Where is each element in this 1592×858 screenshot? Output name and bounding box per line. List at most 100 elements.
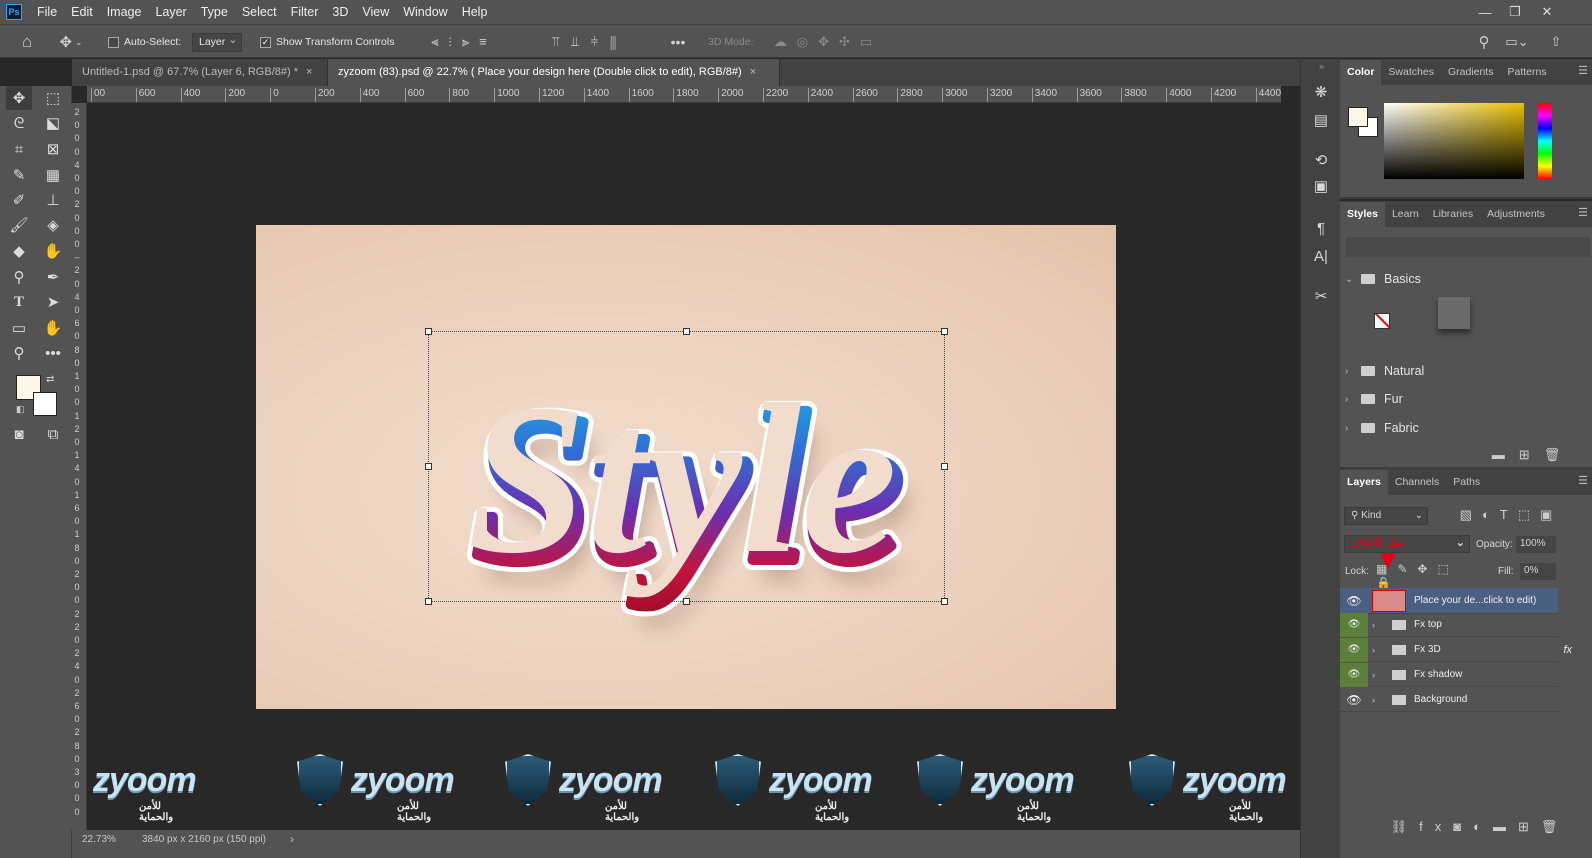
eraser-tool-icon[interactable]: ◈ bbox=[40, 213, 66, 237]
object-select-tool-icon[interactable]: ⬕ bbox=[40, 111, 66, 135]
tool-presets-icon[interactable]: ✂ bbox=[1309, 285, 1333, 307]
layer-row[interactable]: 👁 › Fx shadow bbox=[1340, 662, 1558, 687]
screen-mode-icon[interactable]: ⧉ bbox=[40, 422, 66, 446]
color-field[interactable] bbox=[1384, 103, 1524, 179]
vertical-ruler[interactable]: 2 0 0 0 4 0 0 2 0 0 0 – 2 0 4 0 6 0 8 0 1 0 0 1 2 0 1 4 0 1 6 0 1 8 0 2 0 0 2 2… bbox=[70, 103, 87, 830]
menu-image[interactable]: Image bbox=[100, 0, 149, 24]
blend-mode-dropdown[interactable]: ميل كالقاف ⌄ bbox=[1344, 535, 1470, 553]
visibility-eye-icon[interactable]: 👁 bbox=[1340, 589, 1368, 613]
transform-bounding-box[interactable] bbox=[425, 328, 948, 605]
collapse-panels-icon[interactable]: » bbox=[1319, 61, 1324, 71]
menu-edit[interactable]: Edit bbox=[64, 0, 100, 24]
tab-styles[interactable]: Styles bbox=[1340, 202, 1385, 227]
minimize-icon[interactable]: — bbox=[1470, 0, 1500, 24]
share-icon[interactable]: ⇧ bbox=[1546, 32, 1566, 52]
hue-slider[interactable] bbox=[1538, 103, 1552, 179]
crop-tool-icon[interactable]: ⌗ bbox=[6, 137, 32, 161]
menu-file[interactable]: File bbox=[30, 0, 64, 24]
folder-basics[interactable]: ⌄ Basics bbox=[1345, 265, 1565, 293]
eyedropper-tool-icon[interactable]: ✎ bbox=[6, 163, 32, 187]
properties-icon[interactable]: ▣ bbox=[1309, 175, 1333, 197]
visibility-eye-icon[interactable]: 👁 bbox=[1340, 637, 1368, 662]
move-tool-icon[interactable]: ✥ bbox=[6, 86, 32, 110]
menu-3d[interactable]: 3D bbox=[325, 0, 355, 24]
close-tab-icon[interactable]: × bbox=[306, 66, 312, 78]
tab-libraries[interactable]: Libraries bbox=[1426, 202, 1480, 227]
menu-type[interactable]: Type bbox=[194, 0, 235, 24]
default-colors-icon[interactable]: ◧ bbox=[16, 404, 25, 415]
panel-menu-icon[interactable]: ☰ bbox=[1578, 474, 1588, 487]
layer-dropdown[interactable]: Layer bbox=[192, 32, 243, 52]
home-icon[interactable]: ⌂ bbox=[16, 32, 38, 52]
tab-zyzoom-83[interactable]: zyzoom (83).psd @ 22.7% ( Place your des… bbox=[328, 59, 780, 86]
distribute-icons[interactable]: ⫪⫫⫩⫼ bbox=[540, 32, 640, 52]
close-window-icon[interactable]: ✕ bbox=[1532, 0, 1562, 24]
layer-row[interactable]: 👁 › Background bbox=[1340, 688, 1558, 712]
transform-handle[interactable] bbox=[941, 328, 948, 335]
layers-footer-icons[interactable]: ⛓fx◙◐▬⊞🗑 bbox=[1374, 819, 1586, 835]
transform-handle[interactable] bbox=[941, 463, 948, 470]
folder-fur[interactable]: › Fur bbox=[1345, 385, 1565, 413]
expand-chevron-icon[interactable]: › bbox=[1372, 645, 1384, 655]
opacity-input[interactable]: 100% bbox=[1516, 536, 1556, 553]
more-options-icon[interactable]: ••• bbox=[668, 32, 688, 52]
zoom-level[interactable]: 22.73% bbox=[82, 834, 116, 845]
tab-untitled-1[interactable]: Untitled-1.psd @ 67.7% (Layer 6, RGB/8#)… bbox=[72, 59, 328, 86]
background-color-swatch[interactable] bbox=[33, 392, 57, 416]
no-style-icon[interactable] bbox=[1374, 313, 1390, 329]
rectangle-tool-icon[interactable]: ▭ bbox=[6, 316, 32, 340]
default-style-swatch[interactable] bbox=[1438, 297, 1470, 329]
transform-handle[interactable] bbox=[425, 598, 432, 605]
tab-gradients[interactable]: Gradients bbox=[1441, 60, 1501, 85]
tab-patterns[interactable]: Patterns bbox=[1500, 60, 1553, 85]
stamp-tool-icon[interactable]: ⊥ bbox=[40, 188, 66, 212]
folder-natural[interactable]: › Natural bbox=[1345, 357, 1565, 385]
menu-filter[interactable]: Filter bbox=[284, 0, 326, 24]
swap-colors-icon[interactable]: ⇄ bbox=[46, 374, 54, 385]
layer-filter-icons[interactable]: ▧◐T⬚▣ bbox=[1436, 507, 1586, 523]
search-icon[interactable]: ⚲ bbox=[1474, 32, 1494, 52]
transform-handle[interactable] bbox=[425, 463, 432, 470]
align-icons[interactable]: ⫷⫶⫸≡ bbox=[414, 32, 514, 52]
close-tab-icon[interactable]: × bbox=[750, 66, 756, 78]
tab-layers[interactable]: Layers bbox=[1340, 470, 1388, 495]
menu-select[interactable]: Select bbox=[235, 0, 284, 24]
menu-window[interactable]: Window bbox=[396, 0, 454, 24]
styles-footer-icons[interactable]: ▬⊞🗑 bbox=[1478, 447, 1588, 463]
lasso-tool-icon[interactable]: ᘓ bbox=[6, 111, 32, 135]
tab-learn[interactable]: Learn bbox=[1385, 202, 1426, 227]
move-tool-options-icon[interactable]: ✥ ⌄ bbox=[58, 32, 84, 52]
visibility-eye-icon[interactable]: 👁 bbox=[1340, 688, 1368, 712]
path-select-icon[interactable]: ➤ bbox=[40, 290, 66, 314]
pen-tool-icon[interactable]: ✒ bbox=[40, 265, 66, 289]
menu-help[interactable]: Help bbox=[455, 0, 495, 24]
blur-tool-icon[interactable]: ✋ bbox=[40, 239, 66, 263]
status-menu-arrow[interactable]: › bbox=[290, 832, 294, 846]
show-transform-checkbox[interactable]: ✓ Show Transform Controls bbox=[260, 32, 394, 52]
transform-handle[interactable] bbox=[683, 328, 690, 335]
dodge-tool-icon[interactable]: ⚲ bbox=[6, 265, 32, 289]
fx-badge[interactable]: fx bbox=[1563, 644, 1572, 656]
transform-handle[interactable] bbox=[941, 598, 948, 605]
frame-tool-icon[interactable]: ⊠ bbox=[40, 137, 66, 161]
marquee-tool-icon[interactable]: ⬚ bbox=[40, 86, 66, 110]
visibility-eye-icon[interactable]: 👁 bbox=[1340, 612, 1368, 637]
folder-fabric[interactable]: › Fabric bbox=[1345, 414, 1565, 442]
styles-search[interactable] bbox=[1346, 237, 1590, 257]
history-icon[interactable]: ⟲ bbox=[1309, 149, 1333, 171]
menu-layer[interactable]: Layer bbox=[148, 0, 193, 24]
healing-brush-icon[interactable]: ✐ bbox=[6, 188, 32, 212]
brush-tool-icon[interactable]: 🖌 bbox=[6, 213, 32, 237]
auto-select-checkbox[interactable]: Auto-Select: bbox=[108, 32, 181, 52]
expand-chevron-icon[interactable]: › bbox=[1372, 670, 1384, 680]
restore-icon[interactable]: ❐ bbox=[1500, 0, 1530, 24]
character-icon[interactable]: A| bbox=[1309, 245, 1333, 267]
3d-panel-icon[interactable]: ❋ bbox=[1309, 81, 1333, 103]
tab-swatches[interactable]: Swatches bbox=[1381, 60, 1441, 85]
workspace-icon[interactable]: ▭⌄ bbox=[1504, 32, 1530, 52]
tab-channels[interactable]: Channels bbox=[1388, 470, 1446, 495]
tab-paths[interactable]: Paths bbox=[1446, 470, 1487, 495]
layer-row[interactable]: 👁 Place your de...click to edit) bbox=[1340, 588, 1558, 614]
panel-menu-icon[interactable]: ☰ bbox=[1578, 206, 1588, 219]
more-tools-icon[interactable]: ••• bbox=[40, 341, 66, 365]
